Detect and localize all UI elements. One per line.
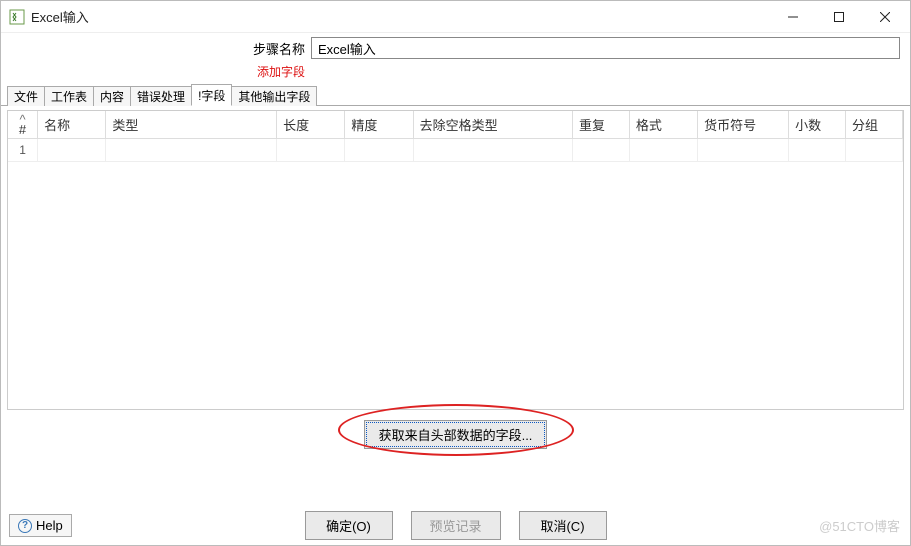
fields-grid[interactable]: ^#名称类型长度精度去除空格类型重复格式货币符号小数分组 1 (7, 110, 904, 410)
tabs: 文件工作表内容错误处理!字段其他输出字段 (1, 84, 910, 106)
app-icon (9, 9, 25, 25)
ok-button[interactable]: 确定(O) (304, 511, 392, 540)
step-name-input[interactable] (311, 37, 900, 59)
help-label: Help (36, 518, 63, 533)
col-header[interactable]: 货币符号 (698, 111, 789, 139)
footer: ? Help 确定(O) 预览记录 取消(C) (9, 514, 902, 537)
window-controls (770, 2, 908, 32)
cell[interactable] (38, 139, 106, 162)
col-header[interactable]: 类型 (106, 111, 277, 139)
preview-button[interactable]: 预览记录 (410, 511, 500, 540)
col-header[interactable]: 重复 (572, 111, 629, 139)
col-header[interactable]: 长度 (277, 111, 345, 139)
tab-2[interactable]: 内容 (93, 86, 131, 106)
grid-wrap: ^#名称类型长度精度去除空格类型重复格式货币符号小数分组 1 (1, 106, 910, 410)
tab-1[interactable]: 工作表 (44, 86, 94, 106)
get-fields-row: 获取来自头部数据的字段... (1, 410, 910, 455)
help-button[interactable]: ? Help (9, 514, 72, 537)
close-button[interactable] (862, 2, 908, 32)
col-header[interactable]: 精度 (345, 111, 413, 139)
cell[interactable] (106, 139, 277, 162)
cell[interactable] (698, 139, 789, 162)
table-row[interactable]: 1 (8, 139, 903, 162)
step-name-row: 步骤名称 (1, 33, 910, 61)
tab-5[interactable]: 其他输出字段 (231, 86, 317, 106)
grid-header-row: ^#名称类型长度精度去除空格类型重复格式货币符号小数分组 (8, 111, 903, 139)
cell[interactable] (345, 139, 413, 162)
cell[interactable]: 1 (8, 139, 38, 162)
dialog-buttons: 确定(O) 预览记录 取消(C) (304, 511, 606, 540)
get-header-fields-button[interactable]: 获取来自头部数据的字段... (364, 420, 548, 449)
col-header[interactable]: ^# (8, 111, 38, 139)
col-header[interactable]: 名称 (38, 111, 106, 139)
cancel-button[interactable]: 取消(C) (519, 511, 607, 540)
step-name-label: 步骤名称 (11, 39, 311, 58)
tab-4[interactable]: !字段 (191, 84, 232, 106)
cell[interactable] (413, 139, 572, 162)
tab-0[interactable]: 文件 (7, 86, 45, 106)
col-header[interactable]: 小数 (789, 111, 846, 139)
window-title: Excel输入 (31, 7, 89, 26)
titlebar: Excel输入 (1, 1, 910, 33)
col-header[interactable]: 去除空格类型 (413, 111, 572, 139)
col-header[interactable]: 格式 (629, 111, 697, 139)
cell[interactable] (846, 139, 903, 162)
cell[interactable] (629, 139, 697, 162)
tab-3[interactable]: 错误处理 (130, 86, 192, 106)
cell[interactable] (572, 139, 629, 162)
cell[interactable] (277, 139, 345, 162)
cell[interactable] (789, 139, 846, 162)
col-header[interactable]: 分组 (846, 111, 903, 139)
help-icon: ? (18, 519, 32, 533)
minimize-button[interactable] (770, 2, 816, 32)
maximize-button[interactable] (816, 2, 862, 32)
add-fields-label: 添加字段 (11, 63, 311, 80)
